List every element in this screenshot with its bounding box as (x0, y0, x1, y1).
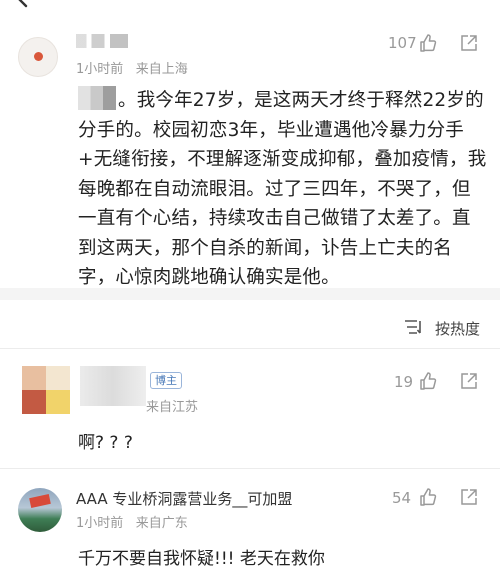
divider-line (0, 348, 500, 349)
username[interactable]: AAA 专业桥洞露营业务__可加盟 (76, 488, 292, 509)
sort-button[interactable]: 按热度 (435, 318, 480, 339)
like-count: 19 (394, 373, 414, 391)
comment-body: 。我今年27岁，是这两天才终于释然22岁的分手的。校园初恋3年，毕业遭遇他冷暴力… (78, 86, 488, 293)
section-divider (0, 288, 500, 300)
comment-meta: 1小时前 来自广东 (76, 512, 188, 531)
timestamp: 1小时前 (76, 62, 124, 77)
reply-text: 千万不要自我怀疑!!! 老天在救你 (78, 549, 325, 569)
thumbs-up-icon[interactable] (418, 487, 438, 507)
share-icon[interactable] (460, 488, 478, 506)
location: 来自广东 (135, 516, 188, 531)
comment-text: 。我今年27岁，是这两天才终于释然22岁的分手的。校园初恋3年，毕业遭遇他冷暴力… (78, 90, 487, 288)
censored-name-mosaic (78, 86, 116, 110)
username-blurred[interactable] (80, 366, 146, 406)
username-blurred[interactable] (76, 34, 128, 48)
like-count: 107 (388, 34, 417, 52)
divider-line (0, 468, 500, 469)
share-icon[interactable] (460, 372, 478, 390)
back-arrow-icon[interactable] (12, 0, 34, 16)
avatar[interactable] (22, 366, 70, 414)
timestamp: 1小时前 (76, 516, 124, 531)
like-count: 54 (392, 489, 412, 507)
author-badge: 博主 (150, 372, 182, 389)
comment-meta: 1小时前 来自上海 (76, 58, 188, 77)
reply-text: 啊? ? ? (78, 433, 133, 453)
share-icon[interactable] (460, 34, 478, 52)
avatar[interactable] (18, 37, 58, 77)
sort-icon[interactable] (404, 318, 424, 340)
location: 来自江苏 (146, 400, 199, 415)
avatar[interactable] (18, 488, 62, 532)
thumbs-up-icon[interactable] (418, 33, 438, 53)
location: 来自上海 (135, 62, 188, 77)
thumbs-up-icon[interactable] (418, 371, 438, 391)
